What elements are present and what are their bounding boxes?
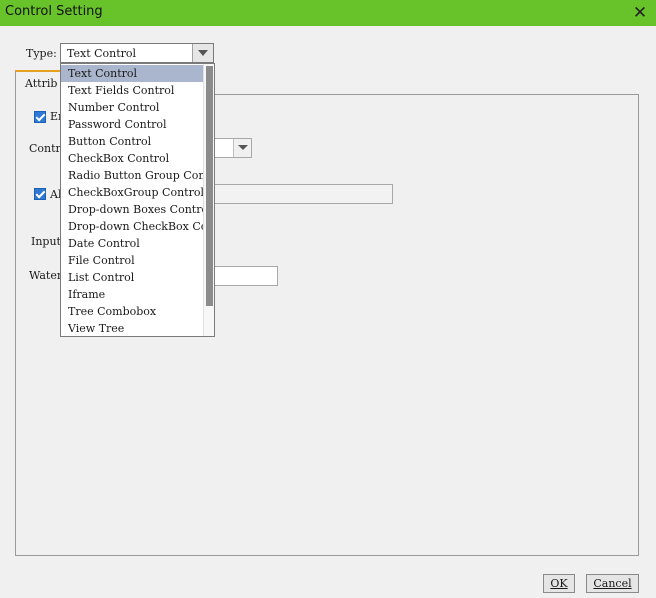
dropdown-option[interactable]: Button Control (61, 133, 203, 150)
dropdown-option-label: CheckBox Control (68, 152, 170, 165)
dropdown-option[interactable]: File Control (61, 252, 203, 269)
dropdown-option[interactable]: Text Fields Control (61, 82, 203, 99)
dropdown-option-label: List Control (68, 271, 135, 284)
dropdown-option[interactable]: List Control (61, 269, 203, 286)
window-title: Control Setting (5, 4, 103, 19)
dropdown-option[interactable]: Tree Combobox (61, 303, 203, 320)
enabled-checkbox[interactable] (34, 111, 46, 123)
allow-field[interactable] (200, 184, 393, 204)
type-select-toggle[interactable] (192, 44, 213, 62)
type-label: Type: (26, 47, 57, 60)
dropdown-option-label: File Control (68, 254, 135, 267)
dropdown-scroll-thumb[interactable] (206, 66, 213, 306)
dropdown-option-label: Number Control (68, 101, 160, 114)
dropdown-option[interactable]: Password Control (61, 116, 203, 133)
dropdown-option-label: Iframe (68, 288, 106, 301)
dropdown-option-label: Date Control (68, 237, 140, 250)
chevron-down-icon (198, 50, 208, 56)
close-icon[interactable]: ✕ (630, 3, 650, 23)
dropdown-option-label: View Tree (68, 322, 125, 335)
dropdown-option[interactable]: Text Control (61, 65, 203, 82)
dropdown-option-label: Password Control (68, 118, 167, 131)
dropdown-option-label: Text Fields Control (68, 84, 175, 97)
title-bar: Control Setting ✕ (0, 0, 656, 26)
dropdown-option-label: Drop-down Boxes Control (68, 203, 203, 216)
chevron-down-icon (238, 145, 248, 150)
dropdown-option-label: Button Control (68, 135, 152, 148)
allow-checkbox[interactable] (34, 188, 46, 200)
dropdown-option[interactable]: Drop-down CheckBox Cont (61, 218, 203, 235)
dropdown-option-label: Drop-down CheckBox Cont (68, 220, 203, 233)
dropdown-option[interactable]: CheckBoxGroup Control (61, 184, 203, 201)
dropdown-option[interactable]: View Tree (61, 320, 203, 336)
type-dropdown-list[interactable]: Text Control Text Fields Control Number Co… (60, 63, 215, 337)
ok-button-label: OK (550, 577, 568, 590)
type-select-value: Text Control (67, 47, 137, 60)
dropdown-option-label: Tree Combobox (68, 305, 157, 318)
dropdown-option[interactable]: CheckBox Control (61, 150, 203, 167)
cancel-button-label: Cancel (593, 577, 632, 590)
dropdown-option[interactable]: Drop-down Boxes Control (61, 201, 203, 218)
cancel-button[interactable]: Cancel (586, 574, 639, 593)
control-label: Contr (29, 142, 61, 155)
dropdown-scrollbar[interactable] (203, 64, 214, 336)
dropdown-option[interactable]: Date Control (61, 235, 203, 252)
dropdown-option-label: Radio Button Group Cont (68, 169, 203, 182)
input-label: Input (31, 235, 61, 248)
type-select[interactable]: Text Control (60, 43, 214, 63)
dropdown-option[interactable]: Iframe (61, 286, 203, 303)
tab-attributes-label: Attrib (25, 77, 58, 90)
control-combo-toggle[interactable] (233, 139, 251, 157)
dropdown-option-label: CheckBoxGroup Control (68, 186, 203, 199)
dropdown-option[interactable]: Number Control (61, 99, 203, 116)
ok-button[interactable]: OK (543, 574, 575, 593)
dropdown-option[interactable]: Radio Button Group Cont (61, 167, 203, 184)
dropdown-option-label: Text Control (68, 67, 138, 80)
